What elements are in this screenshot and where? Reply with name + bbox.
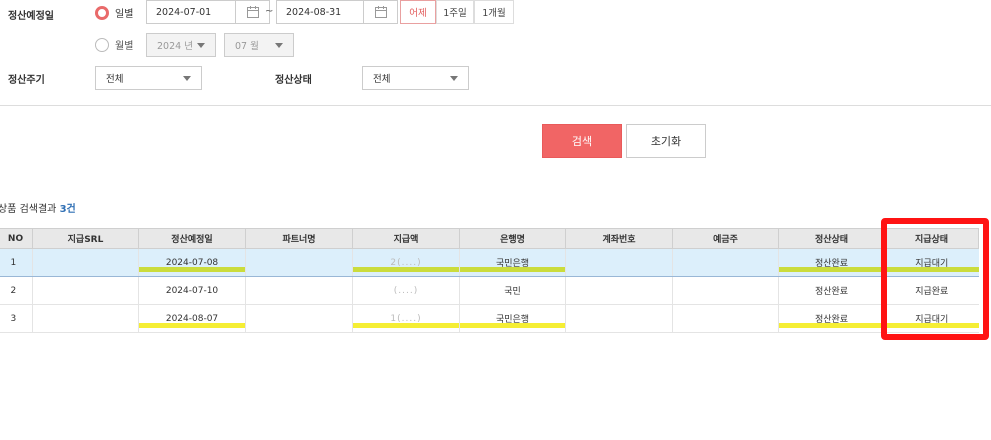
cell-settle-status: 정산완료 <box>778 304 885 333</box>
cell-date: 2024-07-10 <box>138 276 246 305</box>
table-row[interactable]: 3 2024-08-07 1(....) 국민은행 정산완료 지급대기 <box>0 304 979 333</box>
cell-account <box>565 304 673 333</box>
col-partner[interactable]: 파트너명 <box>245 228 353 249</box>
cell-srl <box>32 276 139 305</box>
chevron-down-icon <box>275 42 283 48</box>
cell-amount: 2(....) <box>352 248 460 277</box>
cell-holder <box>672 248 779 277</box>
cell-date: 2024-08-07 <box>138 304 246 333</box>
end-date-calendar-button[interactable] <box>364 0 398 24</box>
cell-amount: 1(....) <box>352 304 460 333</box>
radio-monthly[interactable]: 월별 <box>95 37 133 52</box>
range-separator: ~ <box>265 6 274 17</box>
chevron-down-icon <box>197 42 205 48</box>
quick-range-yesterday[interactable]: 어제 <box>400 0 436 24</box>
cell-partner <box>245 248 353 277</box>
calendar-icon <box>246 6 259 18</box>
cell-bank: 국민 <box>459 276 566 305</box>
cell-settle-status: 정산완료 <box>778 276 885 305</box>
cell-holder <box>672 276 779 305</box>
cell-amount: (....) <box>352 276 460 305</box>
filter-divider <box>0 105 991 106</box>
cycle-value: 전체 <box>106 74 124 85</box>
end-date-input[interactable]: 2024-08-31 <box>276 0 364 24</box>
cell-srl <box>32 304 139 333</box>
col-srl[interactable]: 지급SRL <box>32 228 139 249</box>
result-summary: 상품 검색결과 3건 <box>0 200 76 215</box>
radio-daily-label: 일별 <box>115 9 134 20</box>
col-no[interactable]: NO <box>0 228 33 249</box>
annotation-highlight-box <box>881 218 989 340</box>
chevron-down-icon <box>183 75 191 81</box>
month-year-value: 2024 년 <box>157 41 193 52</box>
cell-no: 3 <box>0 304 33 333</box>
cell-no: 1 <box>0 248 33 277</box>
cell-date: 2024-07-08 <box>138 248 246 277</box>
search-button[interactable]: 검색 <box>542 124 622 158</box>
month-month-select[interactable]: 07 월 <box>224 33 294 57</box>
result-count: 3건 <box>59 204 76 215</box>
cell-account <box>565 248 673 277</box>
month-year-select[interactable]: 2024 년 <box>146 33 216 57</box>
cell-bank: 국민은행 <box>459 304 566 333</box>
status-select[interactable]: 전체 <box>362 66 469 90</box>
quick-range-1week[interactable]: 1주일 <box>436 0 474 24</box>
table-row[interactable]: 2 2024-07-10 (....) 국민 정산완료 지급완료 <box>0 276 979 305</box>
start-date-input[interactable]: 2024-07-01 <box>146 0 236 24</box>
calendar-icon <box>374 6 387 18</box>
cell-no: 2 <box>0 276 33 305</box>
result-prefix: 상품 검색결과 <box>0 204 57 215</box>
radio-monthly-label: 월별 <box>115 41 134 52</box>
chevron-down-icon <box>450 75 458 81</box>
radio-daily[interactable]: 일별 <box>95 5 133 20</box>
col-account[interactable]: 계좌번호 <box>565 228 673 249</box>
cell-partner <box>245 276 353 305</box>
cycle-label: 정산주기 <box>8 75 45 86</box>
col-holder[interactable]: 예금주 <box>672 228 779 249</box>
cycle-select[interactable]: 전체 <box>95 66 202 90</box>
cell-account <box>565 276 673 305</box>
status-label: 정산상태 <box>275 75 312 86</box>
table-header-row: NO 지급SRL 정산예정일 파트너명 지급액 은행명 계좌번호 예금주 정산상… <box>0 228 979 249</box>
cell-partner <box>245 304 353 333</box>
cell-bank: 국민은행 <box>459 248 566 277</box>
status-value: 전체 <box>373 74 391 85</box>
month-month-value: 07 월 <box>235 41 259 52</box>
cell-holder <box>672 304 779 333</box>
col-settle-status[interactable]: 정산상태 <box>778 228 885 249</box>
col-bank[interactable]: 은행명 <box>459 228 566 249</box>
results-table: NO 지급SRL 정산예정일 파트너명 지급액 은행명 계좌번호 예금주 정산상… <box>0 228 979 333</box>
col-settle-date[interactable]: 정산예정일 <box>138 228 246 249</box>
settle-date-label: 정산예정일 <box>8 11 54 22</box>
table-row[interactable]: 1 2024-07-08 2(....) 국민은행 정산완료 지급대기 <box>0 248 979 277</box>
col-amount[interactable]: 지급액 <box>352 228 460 249</box>
quick-range-1month[interactable]: 1개월 <box>474 0 514 24</box>
cell-srl <box>32 248 139 277</box>
radio-monthly-dot[interactable] <box>95 37 109 52</box>
cell-settle-status: 정산완료 <box>778 248 885 277</box>
reset-button[interactable]: 초기화 <box>626 124 706 158</box>
radio-daily-dot[interactable] <box>95 5 109 20</box>
